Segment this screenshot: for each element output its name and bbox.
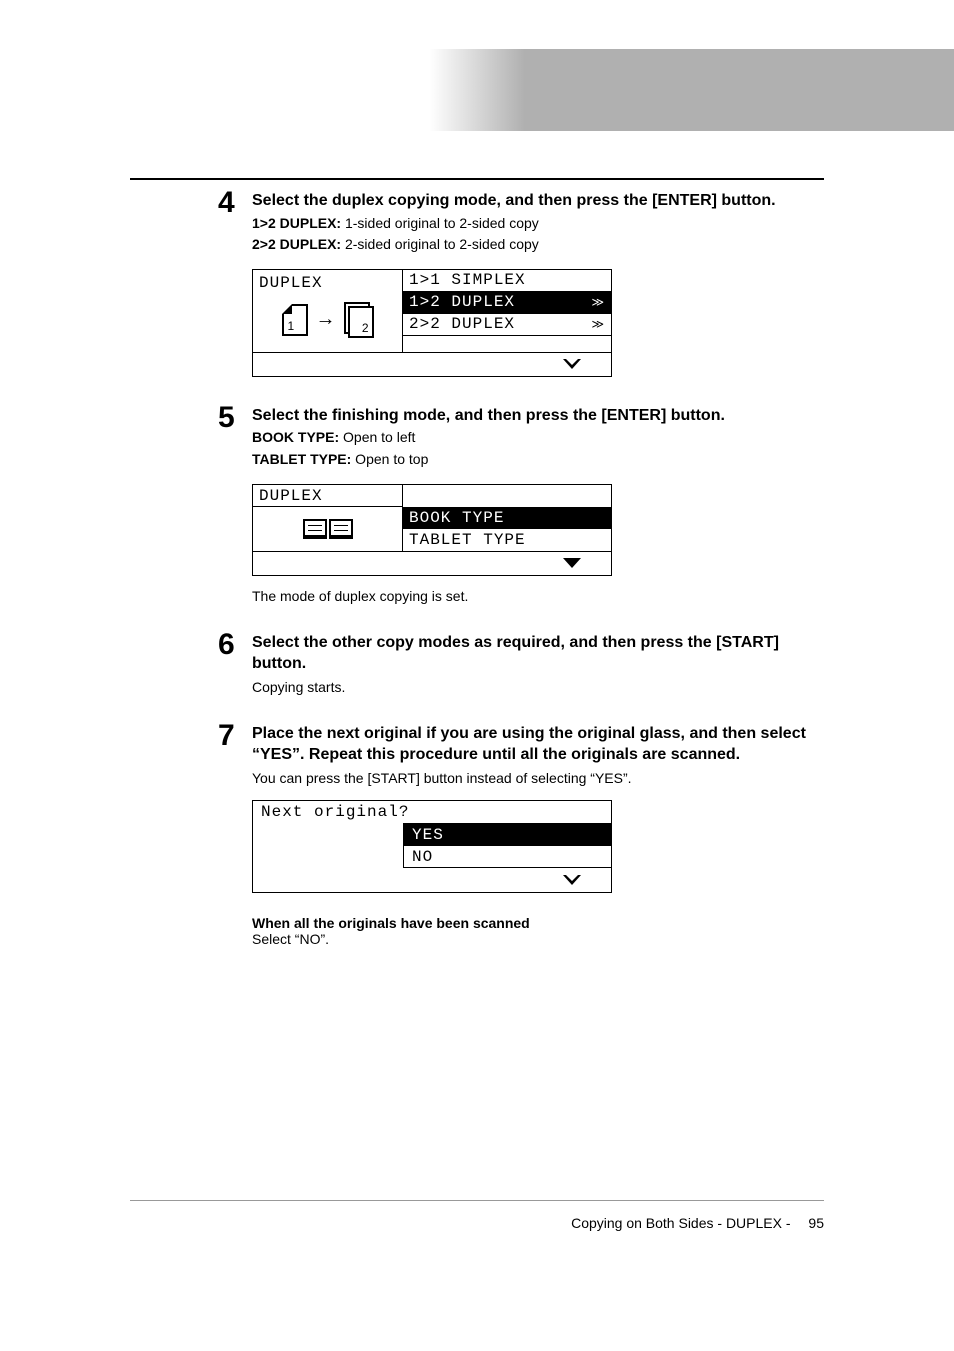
step-title: Select the duplex copying mode, and then… bbox=[252, 190, 824, 212]
duplex-1to2-icon: 1 → 1 2 bbox=[259, 292, 396, 348]
down-triangle-icon bbox=[563, 359, 581, 369]
page-number: 95 bbox=[808, 1215, 824, 1231]
step-desc-line: TABLET TYPE: Open to top bbox=[252, 450, 824, 470]
down-triangle-icon bbox=[563, 558, 581, 568]
step-number: 6 bbox=[218, 630, 252, 660]
step-subnote: When all the originals have been scanned… bbox=[252, 915, 824, 947]
step-number: 5 bbox=[218, 403, 252, 433]
step-7: 7 Place the next original if you are usi… bbox=[218, 723, 824, 947]
lcd-option-label: 2>2 DUPLEX bbox=[409, 315, 515, 333]
subnote-heading: When all the originals have been scanned bbox=[252, 915, 824, 931]
lcd-option-simplex[interactable]: 1>1 SIMPLEX bbox=[403, 270, 611, 292]
lcd-duplex-mode: DUPLEX 1 → 1 2 1>1 SI bbox=[252, 269, 612, 377]
footer-title: Copying on Both Sides - DUPLEX - bbox=[571, 1215, 790, 1231]
chevron-right-icon: ≫ bbox=[591, 317, 605, 332]
lcd-option-label: TABLET TYPE bbox=[409, 531, 526, 549]
page-content: 4 Select the duplex copying mode, and th… bbox=[218, 190, 824, 975]
lcd-option-label: BOOK TYPE bbox=[409, 509, 504, 527]
lcd-option-label: 1>1 SIMPLEX bbox=[409, 271, 526, 289]
lcd-option-2to2-duplex[interactable]: 2>2 DUPLEX ≫ bbox=[403, 314, 611, 336]
step-number: 7 bbox=[218, 721, 252, 751]
step-title: Place the next original if you are using… bbox=[252, 723, 824, 766]
step-title: Select the finishing mode, and then pres… bbox=[252, 405, 824, 427]
book-open-icon bbox=[253, 507, 402, 551]
lcd-option-book-type[interactable]: BOOK TYPE bbox=[403, 507, 611, 529]
lcd-title: Next original? bbox=[253, 801, 611, 823]
header-band bbox=[0, 49, 954, 131]
desc-text: Open to left bbox=[339, 429, 415, 445]
step-title: Select the other copy modes as required,… bbox=[252, 632, 824, 675]
desc-label: 2>2 DUPLEX: bbox=[252, 236, 341, 252]
desc-text: 1-sided original to 2-sided copy bbox=[341, 215, 539, 231]
lcd-next-original: Next original? YES NO bbox=[252, 800, 612, 893]
desc-label: 1>2 DUPLEX: bbox=[252, 215, 341, 231]
chevron-right-icon: ≫ bbox=[591, 295, 605, 310]
lcd-scroll-indicator bbox=[253, 551, 611, 575]
lcd-title: DUPLEX bbox=[259, 274, 396, 292]
lcd-option-yes[interactable]: YES bbox=[403, 824, 611, 846]
lcd-scroll-indicator bbox=[253, 868, 611, 892]
desc-text: Open to top bbox=[351, 451, 428, 467]
desc-label: TABLET TYPE: bbox=[252, 451, 351, 467]
lcd-scroll-indicator bbox=[253, 352, 611, 376]
step-5: 5 Select the finishing mode, and then pr… bbox=[218, 405, 824, 604]
step-desc-line: BOOK TYPE: Open to left bbox=[252, 428, 824, 448]
lcd-option-label: 1>2 DUPLEX bbox=[409, 293, 515, 311]
step-number: 4 bbox=[218, 188, 252, 218]
desc-text: 2-sided original to 2-sided copy bbox=[341, 236, 539, 252]
down-triangle-icon bbox=[563, 875, 581, 885]
step-6: 6 Select the other copy modes as require… bbox=[218, 632, 824, 695]
footer-rule bbox=[130, 1200, 824, 1201]
step-result-text: The mode of duplex copying is set. bbox=[252, 588, 824, 604]
step-desc-line: 1>2 DUPLEX: 1-sided original to 2-sided … bbox=[252, 214, 824, 234]
page-footer: Copying on Both Sides - DUPLEX - 95 bbox=[571, 1215, 824, 1231]
lcd-option-no[interactable]: NO bbox=[403, 846, 611, 868]
step-result-text: Copying starts. bbox=[252, 679, 824, 695]
step-note: You can press the [START] button instead… bbox=[252, 770, 824, 786]
lcd-option-tablet-type[interactable]: TABLET TYPE bbox=[403, 529, 611, 551]
subnote-text: Select “NO”. bbox=[252, 931, 824, 947]
lcd-title: DUPLEX bbox=[253, 485, 402, 507]
step-desc-line: 2>2 DUPLEX: 2-sided original to 2-sided … bbox=[252, 235, 824, 255]
header-rule bbox=[130, 178, 824, 180]
step-4: 4 Select the duplex copying mode, and th… bbox=[218, 190, 824, 377]
lcd-option-1to2-duplex[interactable]: 1>2 DUPLEX ≫ bbox=[403, 292, 611, 314]
lcd-finishing-mode: DUPLEX BOOK TYPE TABLET TYPE bbox=[252, 484, 612, 576]
desc-label: BOOK TYPE: bbox=[252, 429, 339, 445]
